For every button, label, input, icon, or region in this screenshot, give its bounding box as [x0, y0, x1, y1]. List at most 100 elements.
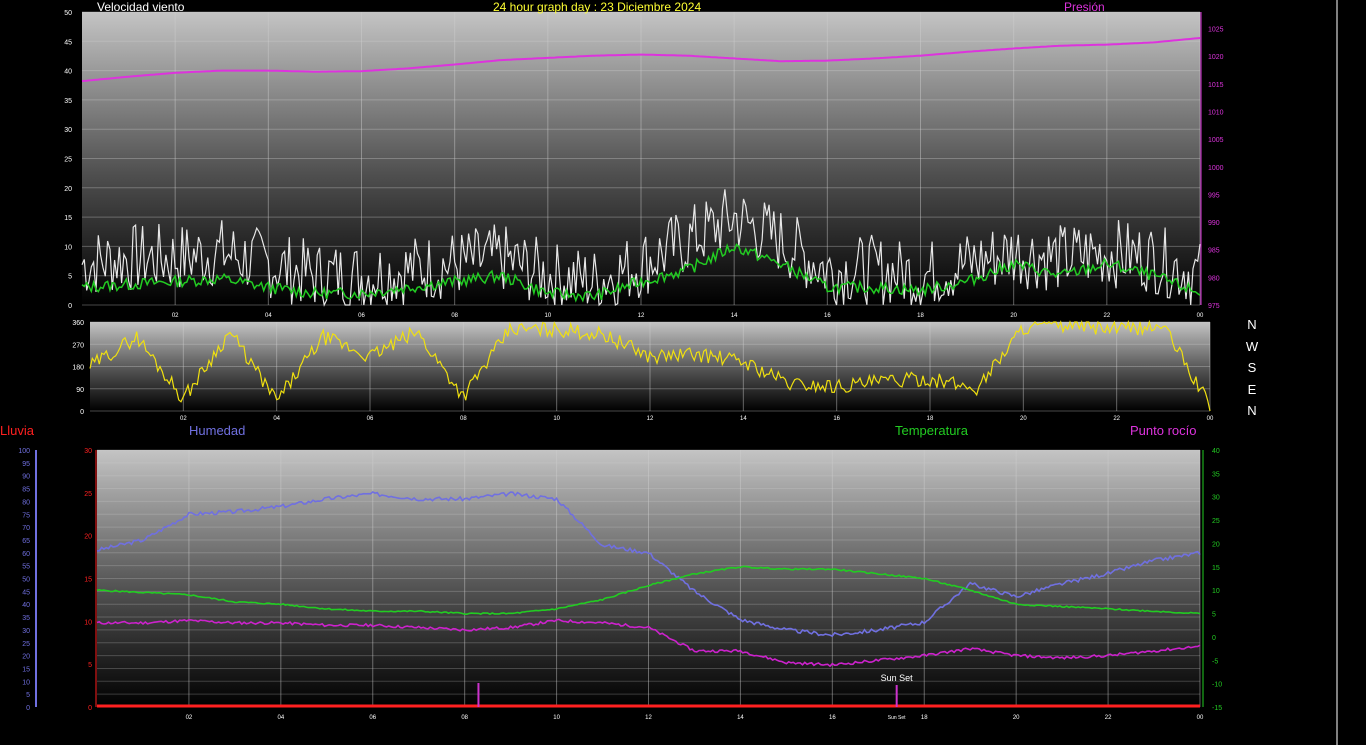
humidity-left-ytick: 80	[22, 499, 30, 506]
wind-xtick: 16	[824, 313, 831, 319]
humidity-left-ytick: 5	[26, 692, 30, 699]
rain-left-ytick: 30	[84, 448, 92, 455]
legend-humidity: Humedad	[189, 423, 246, 438]
wind-xtick: 22	[1103, 313, 1110, 319]
dir-xtick: 12	[647, 416, 654, 422]
temp-right-ytick: 25	[1212, 518, 1220, 525]
sunset-axis-label: Sun Set	[888, 715, 906, 721]
wind-xtick: 12	[638, 313, 645, 319]
wind-xtick: 14	[731, 313, 738, 319]
wind-left-ytick: 45	[64, 39, 72, 46]
dir-xtick: 04	[273, 416, 280, 422]
humidity-left-ytick: 85	[22, 487, 30, 494]
temp-right-ytick: -15	[1212, 705, 1222, 712]
temp-right-ytick: 20	[1212, 541, 1220, 548]
wind-left-ytick: 5	[68, 274, 72, 281]
dir-left-ytick: 360	[72, 320, 84, 327]
thp-xtick: 16	[829, 715, 836, 721]
pressure-title: Presión	[1064, 0, 1105, 14]
humidity-left-ytick: 95	[22, 461, 30, 468]
humidity-left-ytick: 25	[22, 641, 30, 648]
wind-left-ytick: 50	[64, 10, 72, 17]
pressure-right-ytick: 980	[1208, 275, 1220, 282]
pressure-right-ytick: 975	[1208, 303, 1220, 310]
dir-xtick: 18	[927, 416, 934, 422]
wind-left-ytick: 15	[64, 215, 72, 222]
thp-xtick: 22	[1105, 715, 1112, 721]
rain-left-ytick: 25	[84, 491, 92, 498]
rain-left-ytick: 15	[84, 577, 92, 584]
direction-labels: N W S E N	[1244, 314, 1260, 422]
temp-right-ytick: 15	[1212, 565, 1220, 572]
legend-temperature: Temperatura	[895, 423, 968, 438]
humidity-left-ytick: 35	[22, 615, 30, 622]
dir-xtick: 08	[460, 416, 467, 422]
dir-left-ytick: 180	[72, 365, 84, 372]
wind-xtick: 08	[451, 313, 458, 319]
humidity-left-ytick: 55	[22, 564, 30, 571]
sunset-label: Sun Set	[881, 673, 914, 683]
wind-chart-title: Velocidad viento	[97, 0, 185, 14]
dir-left-ytick: 0	[80, 409, 84, 416]
pressure-right-ytick: 1020	[1208, 54, 1224, 61]
humidity-left-ytick: 0	[26, 705, 30, 712]
wind-left-ytick: 20	[64, 186, 72, 193]
wind-left-ytick: 0	[68, 303, 72, 310]
humidity-left-ytick: 45	[22, 589, 30, 596]
temp-right-ytick: 5	[1212, 612, 1216, 619]
rain-left-ytick: 20	[84, 534, 92, 541]
dir-xtick: 02	[180, 416, 187, 422]
temp-right-ytick: 10	[1212, 588, 1220, 595]
humidity-left-ytick: 20	[22, 654, 30, 661]
wind-xtick: 06	[358, 313, 365, 319]
dir-xtick: 06	[367, 416, 374, 422]
dir-xtick: 20	[1020, 416, 1027, 422]
temp-right-ytick: 40	[1212, 448, 1220, 455]
wind-xtick: 10	[544, 313, 551, 319]
pressure-right-ytick: 1000	[1208, 165, 1224, 172]
temp-right-ytick: 35	[1212, 471, 1220, 478]
pressure-right-ytick: 1015	[1208, 82, 1224, 89]
wind-xtick: 00	[1197, 313, 1204, 319]
legend-dewpoint: Punto rocío	[1130, 423, 1197, 438]
humidity-left-ytick: 50	[22, 577, 30, 584]
pressure-right-ytick: 990	[1208, 220, 1220, 227]
dir-xtick: 10	[553, 416, 560, 422]
temp-right-ytick: -5	[1212, 658, 1218, 665]
rain-left-ytick: 10	[84, 619, 92, 626]
dir-xtick: 00	[1207, 416, 1214, 422]
dir-w: W	[1245, 338, 1259, 354]
thp-xtick: 12	[645, 715, 652, 721]
pressure-right-ytick: 985	[1208, 248, 1220, 255]
dir-xtick: 22	[1113, 416, 1120, 422]
humidity-left-ytick: 90	[22, 474, 30, 481]
wind-xtick: 20	[1010, 313, 1017, 319]
pressure-right-ytick: 1010	[1208, 110, 1224, 117]
humidity-left-ytick: 100	[18, 448, 30, 455]
humidity-left-ytick: 30	[22, 628, 30, 635]
thp-xtick: 08	[461, 715, 468, 721]
humidity-left-ytick: 15	[22, 666, 30, 673]
thp-xtick: 06	[369, 715, 376, 721]
humidity-left-ytick: 65	[22, 538, 30, 545]
dir-e: E	[1247, 381, 1257, 397]
wind-left-ytick: 35	[64, 98, 72, 105]
graph-title: 24 hour graph day : 23 Diciembre 2024	[493, 0, 702, 14]
dir-left-ytick: 270	[72, 342, 84, 349]
temp-right-ytick: -10	[1212, 682, 1222, 689]
humidity-left-ytick: 70	[22, 525, 30, 532]
temp-right-ytick: 30	[1212, 495, 1220, 502]
thp-xtick: 02	[186, 715, 193, 721]
dir-xtick: 14	[740, 416, 747, 422]
wind-xtick: 02	[172, 313, 179, 319]
thp-xtick: 20	[1013, 715, 1020, 721]
dir-n-bottom: N	[1247, 403, 1257, 418]
weather-chart: 02 04 06 08 10 12 14 16 18 20 22 0002 04 06 08 10 12 14 16…	[18, 0, 1338, 745]
thp-xtick: 14	[737, 715, 744, 721]
temp-right-ytick: 0	[1212, 635, 1216, 642]
humidity-left-ytick: 60	[22, 551, 30, 558]
wind-xtick: 04	[265, 313, 272, 319]
pressure-right-ytick: 1025	[1208, 27, 1224, 34]
dir-xtick: 16	[833, 416, 840, 422]
wind-left-ytick: 40	[64, 69, 72, 76]
